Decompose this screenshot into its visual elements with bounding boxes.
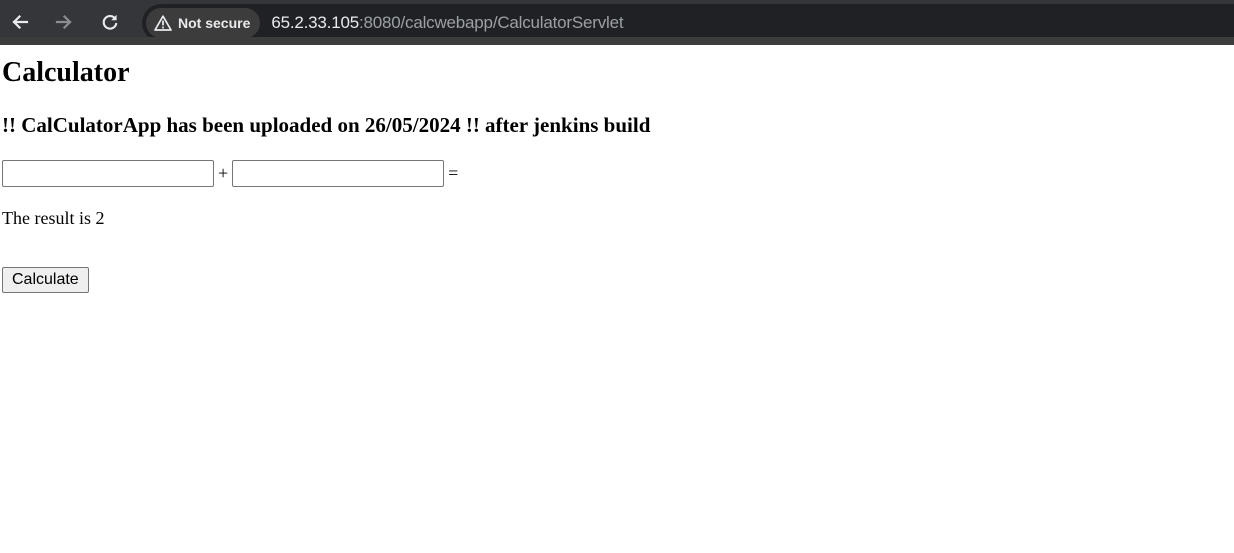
browser-toolbar: Not secure 65.2.33.105:8080/calcwebapp/C… [0,0,1234,45]
url-host: 65.2.33.105 [271,13,359,32]
second-number-input[interactable] [232,160,445,187]
security-label: Not secure [178,15,251,31]
page-content: Calculator !! CalCulatorApp has been upl… [0,58,1234,293]
warning-triangle-icon [154,15,172,31]
calculate-button[interactable]: Calculate [2,267,89,293]
address-bar[interactable]: Not secure 65.2.33.105:8080/calcwebapp/C… [142,4,1234,42]
back-button[interactable] [3,5,37,39]
reload-button[interactable] [93,5,127,39]
page-title: Calculator [2,57,130,88]
forward-arrow-icon [55,14,72,30]
reload-icon [102,14,118,30]
security-indicator[interactable]: Not secure [146,8,261,38]
url-path: :8080/calcwebapp/CalculatorServlet [358,13,624,32]
url-text[interactable]: 65.2.33.105:8080/calcwebapp/CalculatorSe… [271,13,623,33]
calculator-form: + = [2,160,1232,187]
result-text: The result is 2 [2,208,105,228]
equals-sign: = [448,163,459,183]
upload-notice: !! CalCulatorApp has been uploaded on 26… [2,113,651,137]
plus-sign: + [218,163,229,183]
back-arrow-icon [12,14,29,30]
first-number-input[interactable] [2,160,214,187]
forward-button[interactable] [47,5,81,39]
